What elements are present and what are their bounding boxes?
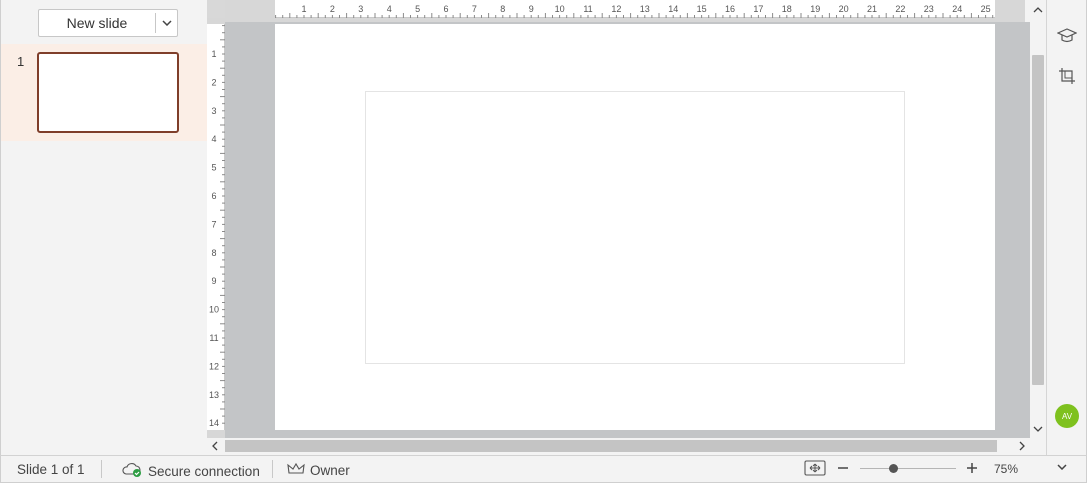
fit-to-slide-icon[interactable]	[804, 460, 826, 476]
ruler-tick-label: 18	[782, 4, 792, 14]
right-toolbar: AV	[1046, 0, 1087, 455]
content-placeholder[interactable]	[365, 91, 905, 364]
connection-label: Secure connection	[148, 464, 260, 479]
ruler-tick-label: 4	[387, 4, 392, 14]
graduation-cap-icon[interactable]	[1055, 24, 1079, 48]
zoom-chevron-down-icon[interactable]	[1057, 464, 1067, 470]
slide-canvas-area[interactable]	[225, 22, 1030, 438]
ruler-tick-label: 1	[301, 4, 306, 14]
slide-number: 1	[17, 54, 25, 69]
ruler-tick-label: 13	[209, 390, 219, 400]
ruler-tick-label: 9	[211, 276, 216, 286]
zoom-in-icon[interactable]	[965, 460, 979, 476]
horizontal-scrollbar[interactable]	[207, 438, 1030, 455]
scroll-left-icon[interactable]	[208, 439, 222, 453]
ruler-tick-label: 13	[640, 4, 650, 14]
slide-size-icon[interactable]	[1055, 64, 1079, 88]
vertical-ruler-ticks: 1234567891011121314	[209, 25, 225, 428]
horizontal-ruler-active-area: 1 2 3 4 5 6 7 8 9 10 11 12 13 14 15 16 17 18 19 20 21 22 23 24 2…	[275, 0, 995, 18]
ruler-tick-label: 17	[753, 4, 763, 14]
zoom-out-icon[interactable]	[836, 460, 850, 476]
scroll-down-icon[interactable]	[1031, 422, 1045, 436]
scroll-up-icon[interactable]	[1031, 3, 1045, 17]
ruler-tick-label: 6	[443, 4, 448, 14]
ruler-tick-label: 7	[472, 4, 477, 14]
ruler-tick-label: 24	[952, 4, 962, 14]
ruler-tick-label: 14	[209, 418, 219, 428]
zoom-slider[interactable]	[860, 468, 956, 469]
ruler-tick-label: 14	[668, 4, 678, 14]
slide-counter: Slide 1 of 1	[17, 462, 85, 477]
status-bar: Slide 1 of 1 Secure connection Owner 75%	[0, 455, 1087, 483]
vertical-ruler-active-area: 1 2 3 4 5 6 7 8 9 10 11 12 13 14	[207, 24, 225, 430]
ruler-tick-label: 8	[500, 4, 505, 14]
vertical-scroll-thumb[interactable]	[1032, 55, 1044, 385]
chevron-down-icon[interactable]	[155, 13, 177, 33]
horizontal-ruler-ticks: 1 2 3 4 5 6 7 8 9 10 11 12 13 14 15 16 17 18 19 20 21 22 23 24 2…	[275, 4, 994, 18]
slide-thumbnail-row[interactable]: 1	[1, 44, 208, 141]
ruler-tick-label: 1	[211, 49, 216, 59]
vertical-ruler[interactable]: 1 2 3 4 5 6 7 8 9 10 11 12 13 14	[207, 18, 225, 438]
ruler-tick-label: 7	[211, 219, 216, 229]
zoom-level[interactable]: 75%	[994, 462, 1018, 476]
crown-icon	[287, 462, 305, 479]
role-label: Owner	[310, 463, 350, 478]
ruler-tick-label: 15	[697, 4, 707, 14]
ruler-tick-label: 12	[611, 4, 621, 14]
ruler-tick-label: 2	[211, 77, 216, 87]
ruler-tick-label: 5	[415, 4, 420, 14]
ruler-tick-label: 11	[583, 4, 592, 14]
ruler-tick-label: 19	[810, 4, 820, 14]
ruler-tick-label: 22	[895, 4, 905, 14]
horizontal-ruler[interactable]: 1 2 3 4 5 6 7 8 9 10 11 12 13 14 15 16 17 18 19 20 21 22 23 24 2…	[225, 0, 1025, 22]
ruler-tick-label: 16	[725, 4, 735, 14]
ruler-tick-label: 10	[555, 4, 565, 14]
connection-status: Secure connection	[121, 462, 260, 481]
ruler-tick-label: 9	[529, 4, 534, 14]
cloud-check-icon	[121, 462, 143, 481]
new-slide-label: New slide	[66, 15, 128, 31]
ruler-tick-label: 21	[867, 4, 877, 14]
horizontal-scroll-thumb[interactable]	[225, 440, 997, 452]
ruler-tick-label: 20	[839, 4, 849, 14]
ruler-tick-label: 25	[981, 4, 991, 14]
zoom-slider-knob[interactable]	[889, 464, 898, 473]
ruler-tick-label: 8	[211, 248, 216, 258]
scroll-right-icon[interactable]	[1015, 439, 1029, 453]
slides-panel: New slide 1	[0, 0, 208, 455]
ruler-tick-label: 5	[211, 163, 216, 173]
slide-page[interactable]	[275, 24, 995, 430]
vertical-scrollbar[interactable]	[1030, 0, 1046, 438]
ruler-tick-label: 11	[209, 333, 218, 343]
status-separator	[272, 460, 273, 478]
user-avatar[interactable]: AV	[1055, 404, 1079, 428]
ruler-corner	[207, 0, 225, 18]
ruler-tick-label: 12	[209, 361, 219, 371]
ruler-tick-label: 4	[211, 134, 216, 144]
ruler-tick-label: 6	[211, 191, 216, 201]
status-separator	[101, 460, 102, 478]
ruler-tick-label: 10	[209, 305, 219, 315]
slide-thumbnail[interactable]	[37, 52, 179, 133]
new-slide-button[interactable]: New slide	[38, 9, 178, 37]
role-status: Owner	[287, 462, 350, 479]
ruler-tick-label: 23	[924, 4, 934, 14]
ruler-tick-label: 2	[330, 4, 335, 14]
ruler-tick-label: 3	[358, 4, 363, 14]
ruler-tick-label: 3	[211, 106, 216, 116]
